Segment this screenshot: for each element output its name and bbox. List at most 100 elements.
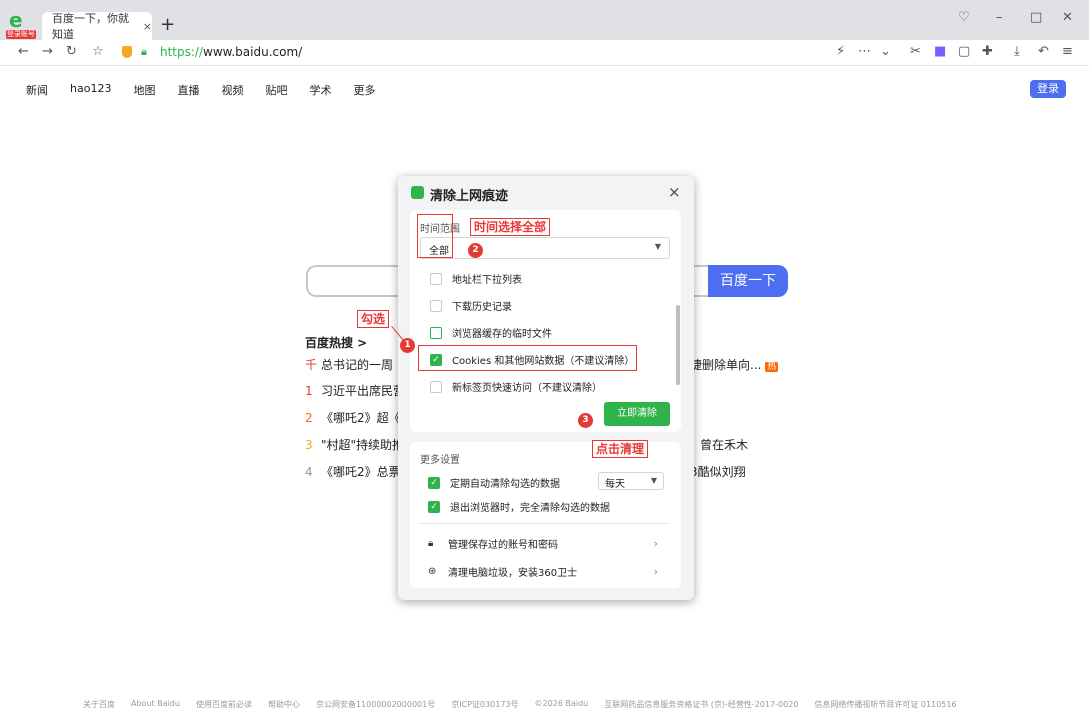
checkbox[interactable] [430,326,442,339]
dropdown-arrow-icon: ▼ [650,476,657,485]
undo-icon[interactable]: ↶ [1038,44,1049,59]
manage-accounts-link[interactable]: 🔒︎ 管理保存过的账号和密码 › [428,536,658,551]
clear-now-button[interactable]: 立即清除 [604,402,670,426]
new-tab-icon[interactable]: + [160,14,175,35]
footer-link[interactable]: 关于百度 [83,699,115,710]
lock-icon: 🔒︎ [141,45,147,58]
scissors-icon[interactable]: ✂ [910,44,921,59]
search-button[interactable]: 百度一下 [708,265,788,297]
annotation-click-clear: 点击清理 [592,440,649,458]
lightning-icon[interactable]: ⚡︎ [836,44,845,59]
download-icon[interactable]: ⤓ [1014,44,1020,59]
option-new-tab-quick-access[interactable]: 新标签页快速访问（不建议清除） [430,379,602,394]
toolbar: ← → ↻ ☆ 🔒︎ https://www.baidu.com/ ⚡︎ ⋯ ⌄… [0,40,1089,66]
footer-link[interactable]: 帮助中心 [268,699,300,710]
nav-item[interactable]: 新闻 [26,82,48,98]
security-shield-icon[interactable] [122,46,132,58]
more-settings-title: 更多设置 [420,455,460,466]
frequency-value: 每天 [605,479,625,490]
divider [420,523,670,524]
time-range-select[interactable]: 全部 ▼ [420,237,670,259]
tab-close-icon[interactable]: × [143,20,152,33]
baidu-top-nav: 新闻 hao123 地图 直播 视频 贴吧 学术 更多 [26,82,375,98]
hot-badge: 热 [765,362,779,372]
minimize-icon[interactable]: – [996,10,1003,25]
login-account-badge[interactable]: 登录账号 [6,30,36,39]
annotation-select-all-time: 时间选择全部 [470,218,551,236]
nav-item[interactable]: 视频 [221,82,243,98]
hot-item[interactable]: 曾在禾木 [700,436,748,453]
hot-item[interactable]: 1 习近平出席民营 [305,382,405,399]
more-settings-card: 更多设置 ✓ 定期自动清除勾选的数据 每天 ▼ ✓ 退出浏览器时，完全清除勾选的数据… [410,442,681,588]
trash-icon [411,186,424,199]
login-button[interactable]: 登录 [1030,80,1066,98]
nav-item[interactable]: 直播 [177,82,199,98]
checkbox-checked[interactable]: ✓ [428,476,440,489]
extension-icon[interactable]: ■ [934,44,946,59]
chevron-down-icon[interactable]: ⌄ [880,44,891,59]
checkbox[interactable] [430,272,442,285]
footer-link[interactable]: 京ICP证030173号 [451,699,518,710]
nav-item[interactable]: hao123 [70,82,111,98]
url-protocol: https:// [160,45,204,59]
hot-item[interactable]: 4 《哪吒2》总票 [305,463,401,480]
option-download-history[interactable]: 下载历史记录 [430,298,512,313]
more-dots-icon[interactable]: ⋯ [858,44,871,59]
footer-text: ©2026 Baidu [534,699,589,708]
lock-icon: 🔒︎ [428,538,434,549]
browser-titlebar: e 登录账号 百度一下，你就知道 × + ♡ – □ ✕ [0,0,1089,41]
footer: 关于百度 About Baidu 使用百度前必读 帮助中心 京公网安备11000… [83,699,957,710]
option-auto-clear[interactable]: ✓ 定期自动清除勾选的数据 [428,475,560,490]
dialog-close-icon[interactable]: × [668,183,681,201]
forward-icon[interactable]: → [42,44,53,59]
hot-item[interactable]: 3 "村超"持续助推 [305,436,404,453]
chevron-right-icon: › [653,537,658,550]
dialog-header: 清除上网痕迹 × [398,176,694,210]
footer-link[interactable]: 互联网药品信息服务资格证书 (京)-经营性-2017-0020 [604,699,798,710]
tab-baidu[interactable]: 百度一下，你就知道 × [42,12,152,41]
close-window-icon[interactable]: ✕ [1062,10,1073,25]
menu-icon[interactable]: ≡ [1062,44,1073,59]
dropdown-arrow-icon: ▼ [654,242,661,251]
footer-link[interactable]: 信息网络传播视听节目许可证 0110516 [814,699,956,710]
skin-icon[interactable]: ♡ [958,10,970,25]
frequency-select[interactable]: 每天 ▼ [598,472,664,490]
footer-link[interactable]: 使用百度前必读 [196,699,252,710]
dialog-title: 清除上网痕迹 [430,189,509,204]
browser-logo[interactable]: e 登录账号 [6,8,36,39]
option-cache-files[interactable]: 浏览器缓存的临时文件 [430,325,552,340]
broom-icon: ⊛ [428,566,437,577]
url-host: www.baidu.com/ [203,45,303,59]
footer-link[interactable]: 京公网安备11000002000001号 [316,699,435,710]
back-icon[interactable]: ← [18,44,29,59]
tab-title: 百度一下，你就知道 [52,12,129,41]
address-bar[interactable]: https://www.baidu.com/ [160,45,302,59]
annotation-box-time-range [417,214,453,258]
chevron-right-icon: › [653,565,658,578]
checkbox-checked[interactable]: ✓ [428,500,440,513]
window-icon[interactable]: ▢ [958,44,970,59]
nav-item[interactable]: 学术 [309,82,331,98]
nav-item[interactable]: 更多 [353,82,375,98]
checkbox[interactable] [430,380,442,393]
checkbox[interactable] [430,299,442,312]
option-clear-on-exit[interactable]: ✓ 退出浏览器时，完全清除勾选的数据 [428,499,610,514]
hot-item[interactable]: 3酷似刘翔 [690,463,746,480]
puzzle-icon[interactable]: ✚ [982,44,993,59]
hot-item[interactable]: 2 《哪吒2》超《 [305,409,401,426]
hot-item[interactable]: 捷删除单向... 热 [690,356,779,373]
annotation-box-cookies [418,345,637,371]
option-address-bar[interactable]: 地址栏下拉列表 [430,271,522,286]
scrollbar[interactable] [676,305,680,385]
footer-link[interactable]: About Baidu [131,699,180,710]
hot-search-title[interactable]: 百度热搜 > [305,334,367,351]
annotation-step-3: 3 [578,413,593,428]
reload-icon[interactable]: ↻ [66,44,77,59]
nav-item[interactable]: 地图 [133,82,155,98]
maximize-icon[interactable]: □ [1030,10,1042,25]
hot-item[interactable]: 千总书记的一周 [305,356,393,373]
favorites-icon[interactable]: ☆ [92,44,104,59]
browser-e-icon: e [9,8,23,32]
nav-item[interactable]: 贴吧 [265,82,287,98]
install-360-link[interactable]: ⊛ 清理电脑垃圾，安装360卫士 › [428,564,658,579]
